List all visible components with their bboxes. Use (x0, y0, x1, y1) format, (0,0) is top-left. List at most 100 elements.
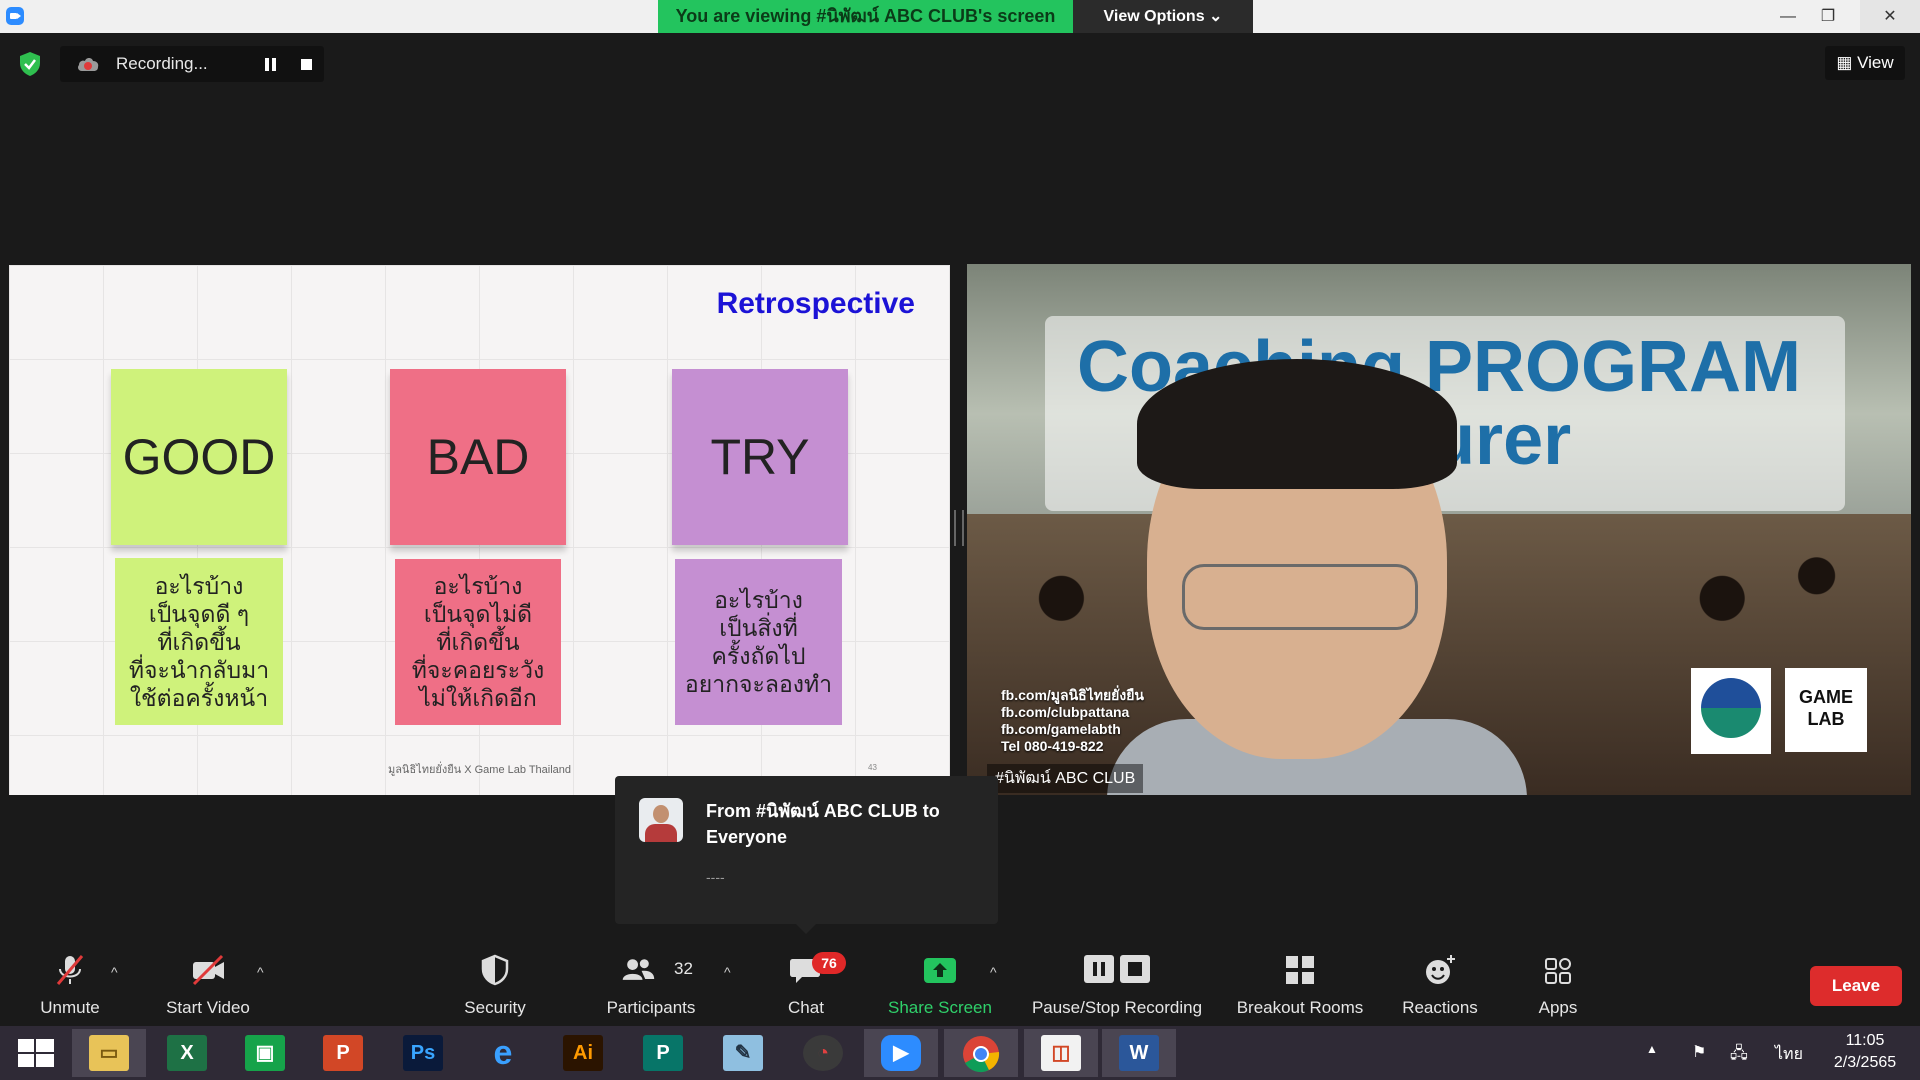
restore-icon[interactable]: ❐ (1808, 0, 1848, 33)
chat-notification[interactable]: From #นิพัฒน์ ABC CLUB to Everyone ---- (615, 776, 998, 934)
breakout-rooms-label: Breakout Rooms (1236, 998, 1364, 1017)
folder-icon: ▭ (89, 1035, 129, 1071)
taskbar-excel[interactable]: X (150, 1029, 224, 1077)
note-description-good: อะไรบ้าง เป็นจุดดี ๆ ที่เกิดขึ้น ที่จะนำ… (115, 558, 283, 725)
video-options-caret-icon[interactable]: ^ (257, 965, 267, 979)
cloud-record-icon (78, 58, 99, 71)
security-label: Security (464, 998, 526, 1017)
chat-message-preview: ---- (706, 869, 725, 885)
title-bar: You are viewing #นิพัฒน์ ABC CLUB's scre… (0, 0, 1920, 33)
shared-screen: Retrospective GOOD BAD TRY อะไรบ้าง เป็น… (9, 265, 950, 795)
zoom-app-icon: ▶ (881, 1035, 921, 1071)
taskbar-file-explorer[interactable]: ▭ (72, 1029, 146, 1077)
taskbar-word[interactable]: W (1102, 1029, 1176, 1077)
split-view-handle[interactable] (954, 510, 964, 546)
pause-stop-recording-label: Pause/Stop Recording (1031, 998, 1203, 1017)
taskbar-chrome[interactable] (944, 1029, 1018, 1077)
participants-button[interactable]: 32 Participants (596, 943, 706, 1026)
taskbar-notepad[interactable]: ✎ (706, 1029, 780, 1077)
illustrator-icon: Ai (563, 1035, 603, 1071)
start-button[interactable] (0, 1029, 74, 1077)
share-screen-button[interactable]: Share Screen (880, 943, 1000, 1026)
stop-recording-button[interactable] (288, 46, 324, 82)
system-clock[interactable]: 11:05 2/3/2565 (1820, 1030, 1910, 1074)
foundation-logo (1691, 668, 1771, 754)
taskbar-office[interactable]: ◫ (1024, 1029, 1098, 1077)
input-language[interactable]: ไทย (1775, 1042, 1803, 1067)
participants-count: 32 (674, 959, 693, 978)
participants-caret-icon[interactable]: ^ (724, 965, 734, 979)
windows-logo-icon (18, 1039, 54, 1067)
tray-overflow-icon[interactable]: ▲ (1646, 1042, 1668, 1060)
audio-options-caret-icon[interactable]: ^ (111, 965, 121, 979)
apps-button[interactable]: Apps (1518, 943, 1598, 1026)
leave-button[interactable]: Leave (1810, 966, 1902, 1006)
sticky-note-try: TRY (672, 369, 848, 545)
video-contact-info: fb.com/มูลนิธิไทยยั่งยืน fb.com/clubpatt… (1001, 687, 1144, 754)
network-icon[interactable]: 🖧 (1730, 1042, 1752, 1062)
chrome-icon (963, 1036, 1000, 1073)
share-screen-icon (924, 958, 956, 983)
taskbar-publisher[interactable]: P (626, 1029, 700, 1077)
windows-taskbar: ▭ X ▣ P Ps e Ai P ✎ ◔ ▶ ◫ W (0, 1026, 1920, 1080)
taskbar-powerpoint[interactable]: P (306, 1029, 380, 1077)
chat-label: Chat (788, 998, 824, 1017)
slide-page-number: 43 (868, 763, 877, 772)
chat-unread-badge: 76 (812, 952, 846, 974)
taskbar-photoshop[interactable]: Ps (386, 1029, 460, 1077)
share-options-caret-icon[interactable]: ^ (990, 965, 1000, 979)
slide-title: Retrospective (716, 287, 915, 320)
sticky-note-bad: BAD (390, 369, 566, 545)
participants-icon (622, 959, 654, 980)
zoom-logo-icon (6, 7, 24, 25)
speaker-video: Coaching PROGRAM ecturer fb.com/มูลนิธิไ… (967, 264, 1911, 795)
note-description-bad: อะไรบ้าง เป็นจุดไม่ดี ที่เกิดขึ้น ที่จะค… (395, 559, 561, 725)
minimize-icon[interactable]: — (1768, 0, 1808, 33)
speaker-glasses (1182, 564, 1418, 630)
speaker-name-label: #นิพัฒน์ ABC CLUB (987, 764, 1144, 793)
apps-icon (1545, 958, 1571, 984)
reactions-smiley-icon (1426, 955, 1455, 984)
reactions-button[interactable]: Reactions (1390, 943, 1490, 1026)
encryption-shield-icon[interactable] (18, 51, 42, 77)
internet-explorer-icon: e (493, 1034, 513, 1072)
pause-stop-recording-button[interactable]: Pause/Stop Recording (1022, 943, 1212, 1026)
taskbar-zoom[interactable]: ▶ (864, 1029, 938, 1077)
view-options-button[interactable]: View Options ⌄ (1073, 0, 1253, 33)
office-icon: ◫ (1041, 1035, 1081, 1071)
close-icon[interactable]: ✕ (1860, 0, 1920, 33)
taskbar-illustrator[interactable]: Ai (546, 1029, 620, 1077)
viewing-screen-banner: You are viewing #นิพัฒน์ ABC CLUB's scre… (658, 0, 1073, 33)
powerpoint-icon: P (323, 1035, 363, 1071)
sticky-note-good: GOOD (111, 369, 287, 545)
security-shield-icon (481, 954, 509, 986)
view-button[interactable]: ▦ View (1825, 46, 1905, 80)
share-screen-label: Share Screen (888, 998, 992, 1017)
security-button[interactable]: Security (445, 943, 545, 1026)
chat-sender-line: From #นิพัฒน์ ABC CLUB to Everyone (706, 801, 940, 847)
taskbar-photoscape[interactable]: ◔ (786, 1029, 860, 1077)
word-icon: W (1119, 1035, 1159, 1071)
photoshop-icon: Ps (403, 1035, 443, 1071)
meeting-toolbar: Unmute ^ Start Video ^ Security 32 Parti… (0, 943, 1920, 1026)
game-lab-logo: GAME LAB (1785, 668, 1867, 752)
recording-indicator: Recording... (60, 46, 324, 82)
apps-label: Apps (1538, 998, 1578, 1017)
microphone-muted-icon (56, 955, 84, 985)
speaker-hair (1137, 359, 1457, 489)
start-video-label: Start Video (166, 998, 250, 1017)
store-icon: ▣ (245, 1035, 285, 1071)
grid-view-icon: ▦ (1836, 53, 1853, 72)
start-video-button[interactable]: Start Video (158, 943, 258, 1026)
pause-recording-button[interactable] (252, 46, 288, 82)
breakout-rooms-button[interactable]: Breakout Rooms (1230, 943, 1370, 1026)
action-center-flag-icon[interactable]: ⚑ (1692, 1042, 1714, 1061)
excel-icon: X (167, 1035, 207, 1071)
unmute-button[interactable]: Unmute (20, 943, 120, 1026)
breakout-rooms-icon (1286, 956, 1314, 984)
unmute-label: Unmute (40, 998, 100, 1017)
publisher-icon: P (643, 1035, 683, 1071)
taskbar-store[interactable]: ▣ (228, 1029, 302, 1077)
taskbar-internet-explorer[interactable]: e (466, 1029, 540, 1077)
reactions-label: Reactions (1402, 998, 1478, 1017)
